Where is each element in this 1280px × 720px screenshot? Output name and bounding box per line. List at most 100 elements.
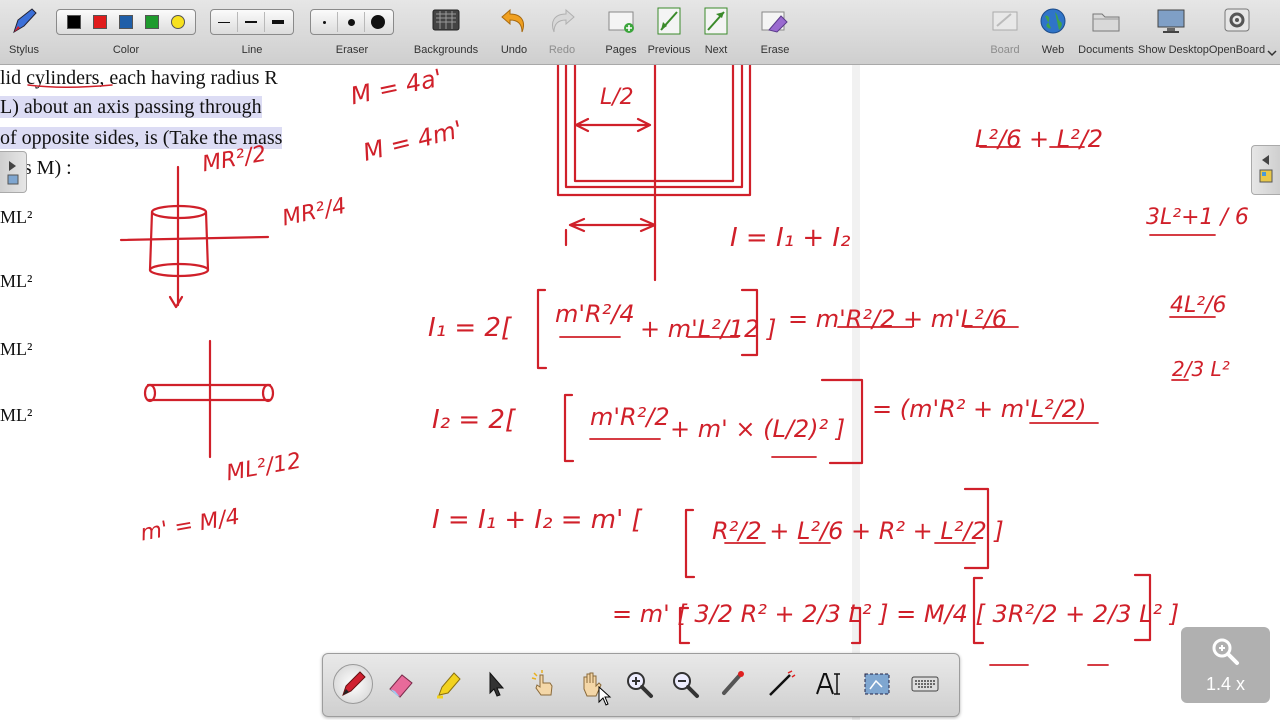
virtual-keyboard-tool[interactable] [905, 664, 945, 704]
pages-button[interactable]: Pages [600, 0, 642, 64]
eraser-icon [389, 674, 413, 698]
toolbar-menu-chevron-icon[interactable] [1267, 48, 1277, 58]
ink-l-half: L/2 [600, 85, 634, 110]
color-label: Color [112, 44, 140, 56]
color-swatches [56, 9, 196, 35]
line-label: Line [241, 44, 263, 56]
documents-button[interactable]: Documents [1078, 0, 1134, 64]
stylus-label: Stylus [9, 44, 39, 56]
show-desktop-button[interactable]: Show Desktop [1138, 0, 1209, 64]
color-black[interactable] [67, 15, 81, 29]
stylus-button[interactable]: Stylus [0, 0, 48, 64]
zoom-indicator: 1.4 x [1181, 627, 1270, 703]
select-tool[interactable] [475, 664, 515, 704]
backgrounds-label: Backgrounds [413, 44, 479, 56]
board-canvas[interactable]: lid cylinders, each having radius R L) a… [0, 65, 1280, 720]
arrow-cursor-icon [489, 671, 505, 697]
keyboard-icon [911, 676, 939, 692]
previous-label: Previous [647, 44, 691, 56]
pages-label: Pages [605, 44, 637, 56]
eraser-medium[interactable] [338, 12, 365, 32]
gear-icon [1224, 8, 1250, 32]
openboard-button[interactable]: OpenBoard [1208, 0, 1266, 64]
erase-board-icon [761, 11, 788, 33]
left-panel-toggle[interactable] [0, 151, 27, 193]
ink-final: = m' [ 3/2 R² + 2/3 L² ] = M/4 [ 3R²/2 +… [612, 600, 1180, 628]
highlighter-tool[interactable] [429, 664, 469, 704]
text-tool[interactable] [809, 664, 849, 704]
mouse-cursor-icon [598, 686, 612, 706]
laser-pointer-icon [722, 671, 744, 695]
eraser-small[interactable] [311, 12, 338, 32]
zoom-in-icon [627, 672, 653, 698]
zoom-out-tool[interactable] [665, 664, 705, 704]
openboard-label: OpenBoard [1208, 44, 1266, 56]
ink-i-total-terms: R²/2 + L²/6 + R² + L²/2 ] [712, 517, 1004, 545]
capture-tool[interactable] [857, 664, 897, 704]
erase-button[interactable]: Erase [754, 0, 796, 64]
redo-label: Redo [548, 44, 576, 56]
pointing-hand-icon [531, 670, 553, 696]
stylus-icon [13, 8, 37, 34]
backgrounds-icon [432, 9, 460, 31]
folder-icon [1092, 13, 1120, 32]
zoom-in-tool[interactable] [619, 664, 659, 704]
panel-expand-icon [7, 161, 19, 185]
eraser-tool[interactable] [381, 664, 421, 704]
zoom-level: 1.4 x [1205, 674, 1246, 694]
backgrounds-button[interactable]: Backgrounds [412, 0, 480, 64]
web-label: Web [1041, 44, 1065, 56]
previous-button[interactable]: Previous [646, 0, 692, 64]
erase-label: Erase [760, 44, 790, 56]
color-group: Color [56, 0, 196, 64]
ink-i1-term1: m'R²/4 [555, 300, 635, 328]
ink-side-2: 3L²+1 / 6 [1146, 205, 1249, 230]
ink-i1-term2: + m'L²/12 ] [640, 315, 777, 343]
ink-side-1: L²/6 + L²/2 [975, 125, 1104, 153]
previous-page-icon [657, 7, 681, 35]
board-button[interactable]: Board [986, 0, 1024, 64]
ink-i2-lhs: I₂ = 2[ [432, 405, 516, 435]
undo-button[interactable]: Undo [494, 0, 534, 64]
color-red[interactable] [93, 15, 107, 29]
color-green[interactable] [145, 15, 159, 29]
screen-capture-icon [864, 673, 890, 695]
pen-tool[interactable] [333, 664, 373, 704]
eraser-large[interactable] [365, 12, 391, 32]
next-button[interactable]: Next [696, 0, 736, 64]
text-icon [816, 673, 840, 695]
undo-label: Undo [500, 44, 528, 56]
rod-sketch [143, 339, 275, 459]
frame-sketch [556, 65, 752, 282]
ink-i2-term1: m'R²/2 [590, 403, 670, 431]
ink-side-3: 4L²/6 [1170, 293, 1227, 318]
highlighter-icon [437, 672, 461, 699]
line-thick[interactable] [265, 12, 291, 32]
interact-tool[interactable] [523, 664, 563, 704]
globe-icon [1040, 8, 1066, 34]
right-panel-toggle[interactable] [1251, 145, 1280, 195]
line-medium[interactable] [238, 12, 265, 32]
color-blue[interactable] [119, 15, 133, 29]
show-desktop-label: Show Desktop [1138, 44, 1209, 56]
pages-icon [608, 11, 634, 33]
ink-i2-rhs: = (m'R² + m'L²/2) [872, 395, 1087, 423]
ink-i-total-lhs: I = I₁ + I₂ = m' [ [432, 505, 642, 535]
board-label: Board [990, 44, 1020, 56]
ink-i-sum: I = I₁ + I₂ [730, 223, 851, 253]
ink-i1-rhs: = m'R²/2 + m'L²/6 [788, 305, 1008, 333]
magnifier-icon [1212, 638, 1239, 665]
zoom-out-icon [673, 672, 699, 698]
line-thin[interactable] [211, 12, 238, 32]
cylinder-sketch [119, 165, 270, 309]
redo-icon [552, 8, 575, 33]
web-button[interactable]: Web [1034, 0, 1072, 64]
eraser-label: Eraser [335, 44, 369, 56]
eraser-group: Eraser [310, 0, 394, 64]
line-widths [210, 9, 294, 35]
color-yellow[interactable] [171, 15, 185, 29]
line-tool[interactable] [761, 664, 801, 704]
redo-button[interactable]: Redo [542, 0, 582, 64]
documents-label: Documents [1078, 44, 1134, 56]
laser-pointer-tool[interactable] [713, 664, 753, 704]
